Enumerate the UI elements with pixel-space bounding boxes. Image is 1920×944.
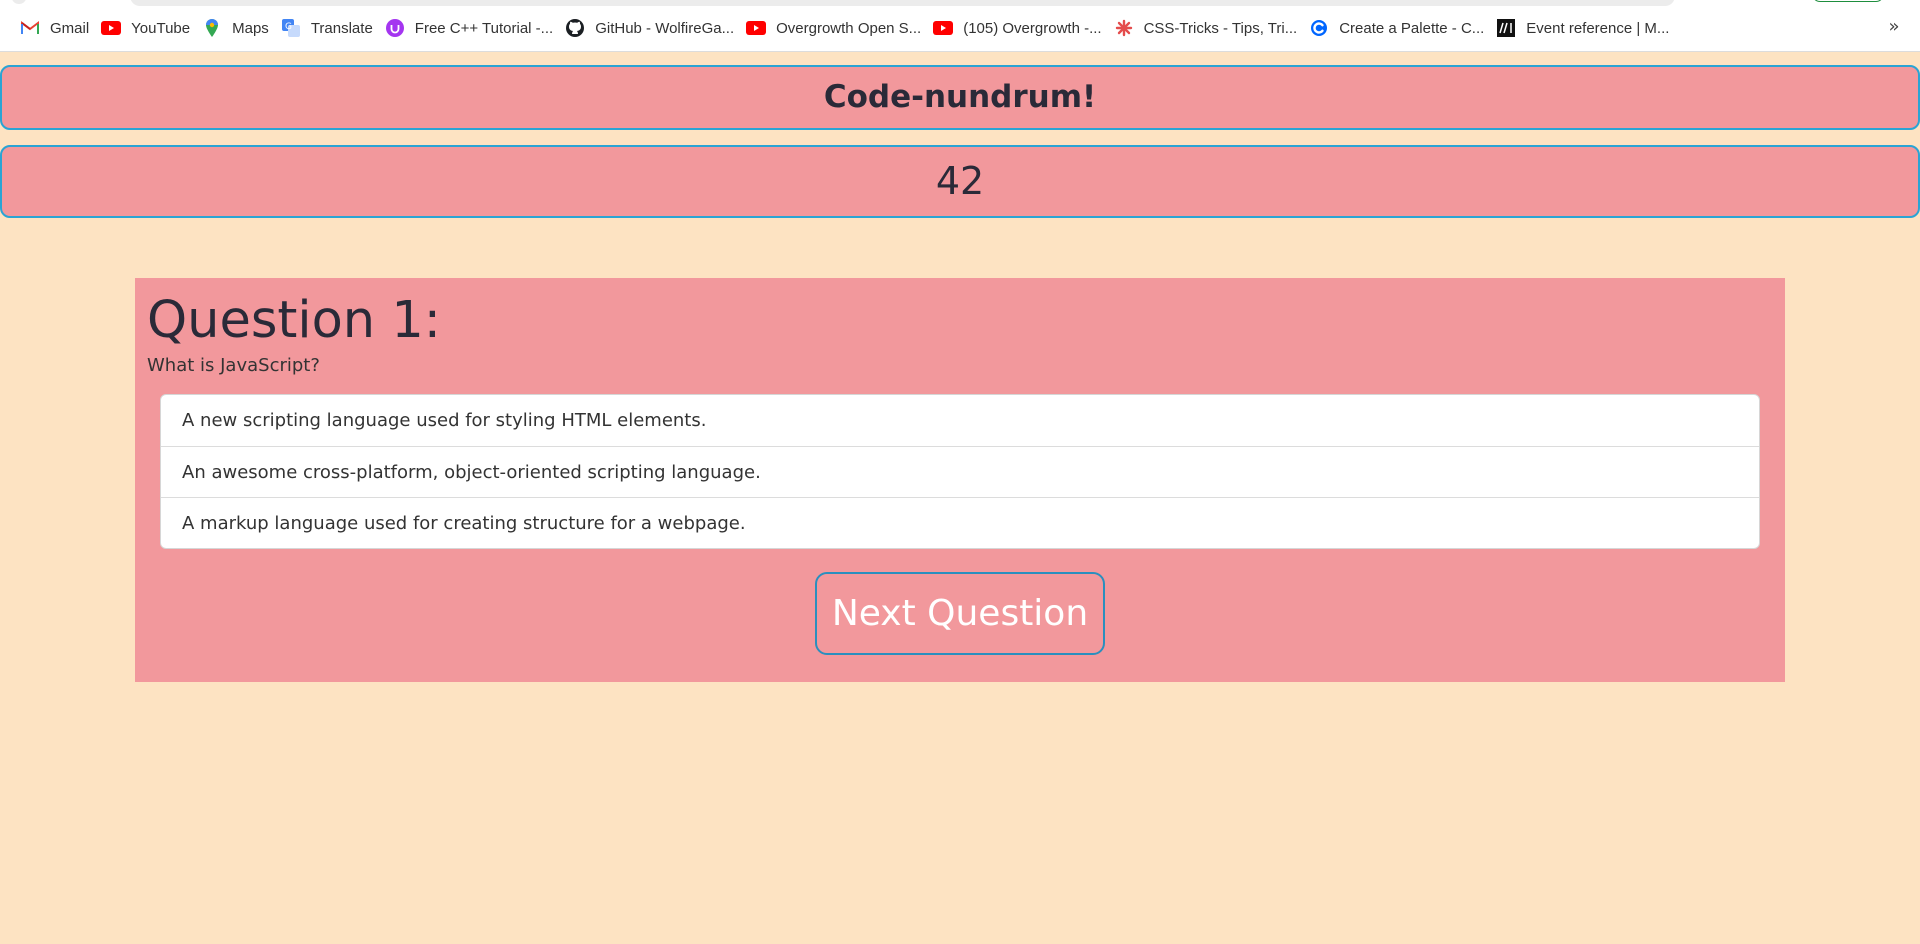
bookmark-overgrowth-open-source[interactable]: Overgrowth Open S... bbox=[740, 14, 927, 42]
answer-list: A new scripting language used for stylin… bbox=[160, 394, 1760, 549]
bookmark-label: (105) Overgrowth -... bbox=[963, 19, 1102, 37]
bookmark-label: Overgrowth Open S... bbox=[776, 19, 922, 37]
bookmark-label: Translate bbox=[310, 19, 373, 37]
score-bar: 42 bbox=[0, 145, 1920, 218]
bookmark-label: CSS-Tricks - Tips, Tri... bbox=[1143, 19, 1298, 37]
bookmark-maps[interactable]: Maps bbox=[196, 14, 275, 42]
quiz-card: Question 1: What is JavaScript? A new sc… bbox=[135, 278, 1785, 682]
bookmark-css-tricks[interactable]: CSS-Tricks - Tips, Tri... bbox=[1108, 14, 1304, 42]
bookmark-label: Create a Palette - C... bbox=[1339, 19, 1485, 37]
answer-option-1[interactable]: A new scripting language used for stylin… bbox=[161, 395, 1759, 446]
bookmark-cpp-tutorial[interactable]: Free C++ Tutorial -... bbox=[379, 14, 559, 42]
bookmark-list: Gmail YouTube Maps G Translate Free C++ … bbox=[14, 14, 1675, 42]
bookmark-label: Event reference | M... bbox=[1526, 19, 1670, 37]
bookmark-overgrowth-video[interactable]: (105) Overgrowth -... bbox=[927, 14, 1107, 42]
bookmark-label: Free C++ Tutorial -... bbox=[414, 19, 554, 37]
bookmark-label: Maps bbox=[232, 19, 269, 37]
translate-icon: G bbox=[281, 18, 301, 38]
bookmark-gmail[interactable]: Gmail bbox=[14, 14, 95, 42]
next-question-button[interactable]: Next Question bbox=[815, 572, 1105, 655]
github-icon bbox=[565, 18, 585, 38]
svg-text:G: G bbox=[285, 22, 292, 32]
bookmark-coolors[interactable]: Create a Palette - C... bbox=[1303, 14, 1490, 42]
update-button-edge[interactable] bbox=[1812, 0, 1884, 2]
bookmark-translate[interactable]: G Translate bbox=[275, 14, 379, 42]
question-text: What is JavaScript? bbox=[147, 355, 320, 376]
bookmark-label: GitHub - WolfireGa... bbox=[595, 19, 735, 37]
app-title-bar: Code-nundrum! bbox=[0, 65, 1920, 130]
maps-icon bbox=[202, 18, 222, 38]
profile-button-edge[interactable] bbox=[12, 0, 26, 4]
bookmark-youtube[interactable]: YouTube bbox=[95, 14, 196, 42]
udemy-icon bbox=[385, 18, 405, 38]
mdn-icon bbox=[1496, 18, 1516, 38]
bookmark-mdn-events[interactable]: Event reference | M... bbox=[1490, 14, 1675, 42]
question-heading: Question 1: bbox=[147, 291, 441, 350]
youtube-icon bbox=[101, 18, 122, 38]
bookmark-github[interactable]: GitHub - WolfireGa... bbox=[559, 14, 740, 42]
bookmarks-overflow-button[interactable]: » bbox=[1882, 14, 1906, 42]
answer-option-2[interactable]: An awesome cross-platform, object-orient… bbox=[161, 446, 1759, 497]
answer-option-3[interactable]: A markup language used for creating stru… bbox=[161, 497, 1759, 548]
address-bar-edge[interactable] bbox=[130, 0, 1675, 6]
score-value: 42 bbox=[935, 159, 985, 203]
app-title: Code-nundrum! bbox=[823, 79, 1097, 115]
bookmarks-bar: Gmail YouTube Maps G Translate Free C++ … bbox=[0, 0, 1920, 52]
youtube-icon bbox=[746, 18, 767, 38]
youtube-icon bbox=[933, 18, 954, 38]
coolors-icon bbox=[1309, 18, 1329, 38]
bookmark-label: Gmail bbox=[50, 19, 90, 37]
bookmark-label: YouTube bbox=[131, 19, 191, 37]
css-tricks-icon bbox=[1114, 18, 1134, 38]
gmail-icon bbox=[20, 18, 40, 38]
